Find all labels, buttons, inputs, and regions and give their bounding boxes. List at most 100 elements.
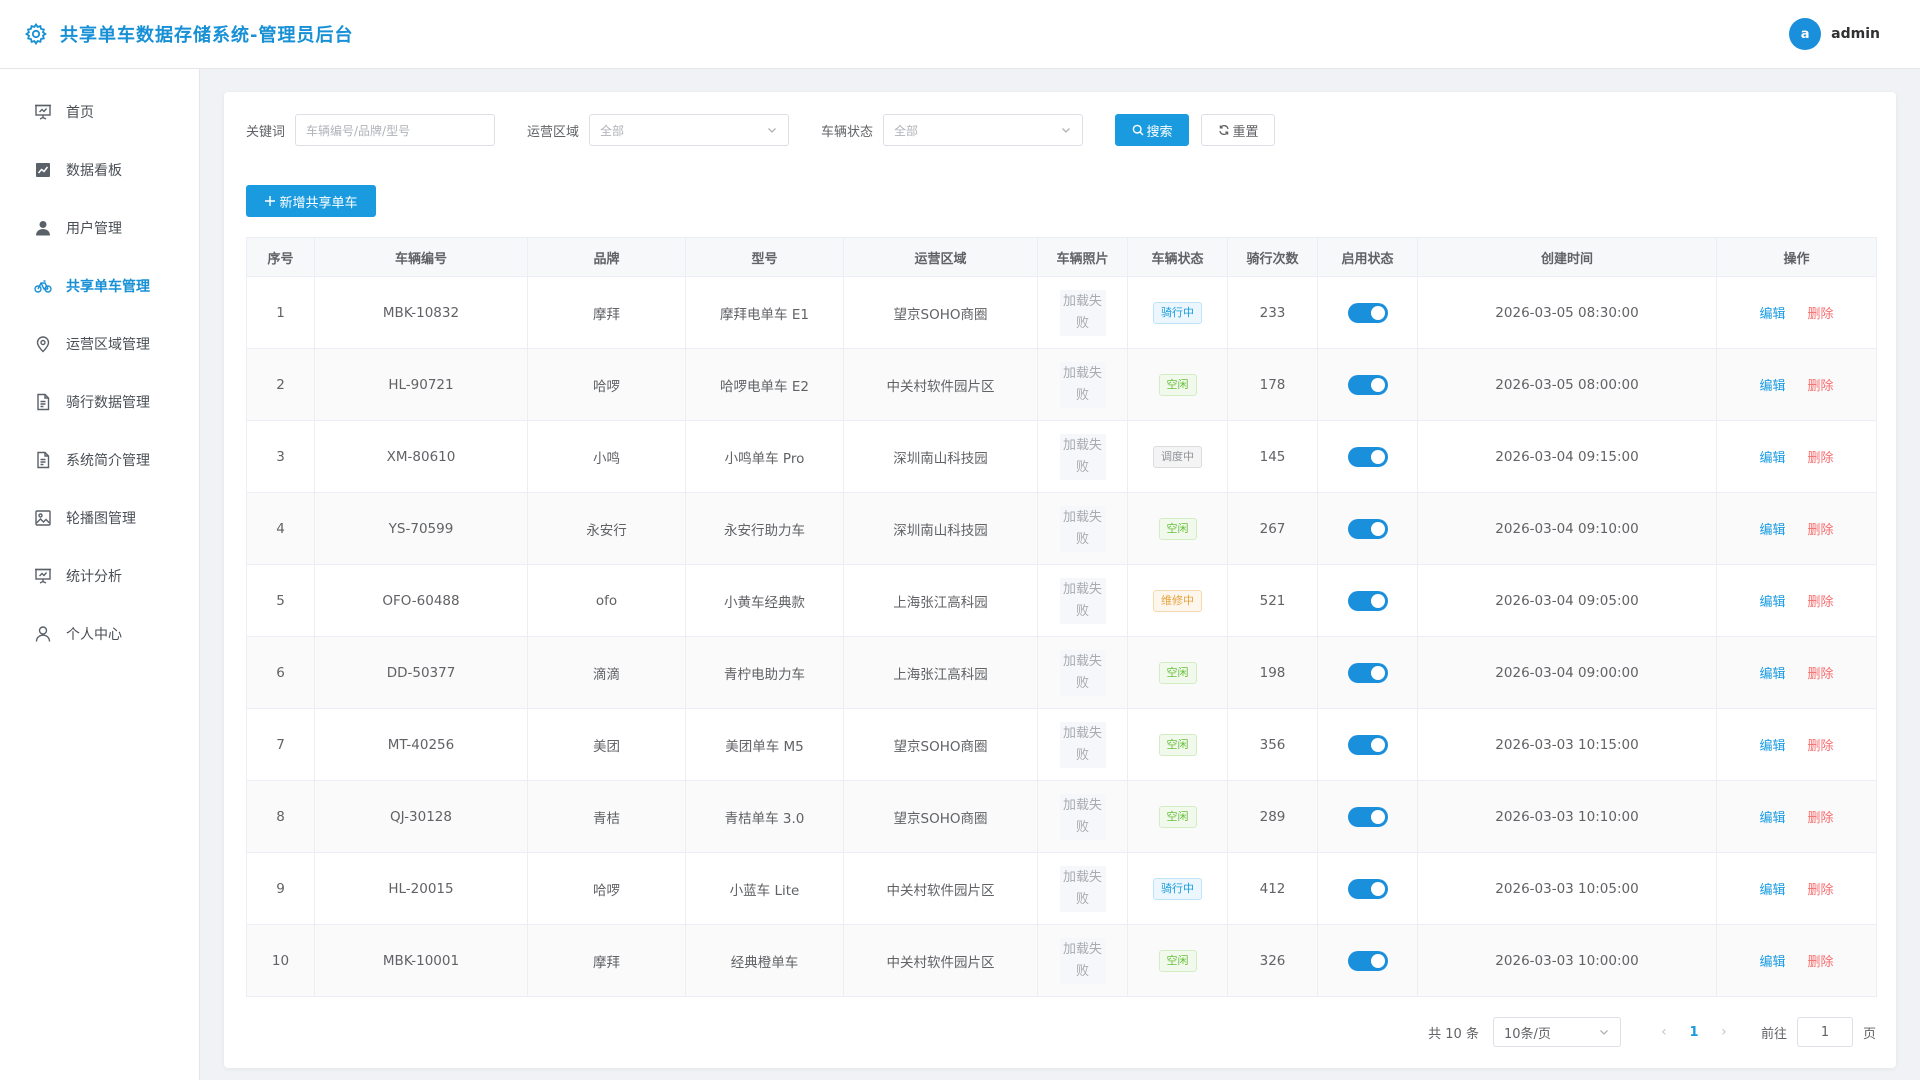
sidebar-item-home[interactable]: 首页	[0, 83, 199, 141]
user-menu[interactable]: a admin	[1789, 18, 1880, 50]
search-button[interactable]: 搜索	[1115, 114, 1190, 146]
enabled-toggle[interactable]	[1347, 950, 1388, 971]
edit-link[interactable]: 编辑	[1759, 595, 1785, 610]
cell-created: 2026-03-05 08:00:00	[1417, 348, 1717, 421]
cell-index: 5	[246, 564, 315, 637]
edit-link[interactable]: 编辑	[1759, 811, 1785, 826]
table-row: 1 MBK-10832 摩拜 摩拜电单车 E1 望京SOHO商圈 加载失败 骑行中 233 20…	[246, 276, 1877, 349]
sidebar-item-users[interactable]: 用户管理	[0, 199, 199, 257]
delete-link[interactable]: 删除	[1808, 667, 1834, 682]
table-row: 8 QJ-30128 青桔 青桔单车 3.0 望京SOHO商圈 加载失败 空闲 289 2026…	[246, 780, 1877, 853]
sidebar-item-label: 数据看板	[66, 163, 122, 179]
enabled-toggle[interactable]	[1347, 662, 1388, 683]
picture-icon	[34, 509, 52, 527]
cell-brand: 永安行	[527, 492, 686, 565]
cell-index: 6	[246, 636, 315, 709]
edit-link[interactable]: 编辑	[1759, 739, 1785, 754]
page-number-current[interactable]: 1	[1679, 1025, 1709, 1040]
page-size-select[interactable]: 10条/页	[1492, 1017, 1621, 1047]
username[interactable]: admin	[1831, 26, 1880, 42]
enabled-toggle[interactable]	[1347, 302, 1388, 323]
add-bike-button[interactable]: 新增共享单车	[246, 185, 376, 217]
brand: 共享单车数据存储系统-管理员后台	[24, 21, 353, 47]
person-icon	[34, 625, 52, 643]
edit-link[interactable]: 编辑	[1759, 667, 1785, 682]
sidebar-item-carousel[interactable]: 轮播图管理	[0, 489, 199, 547]
enabled-toggle[interactable]	[1347, 734, 1388, 755]
cell-model: 青桔单车 3.0	[685, 780, 844, 853]
cell-enabled	[1317, 708, 1418, 781]
delete-link[interactable]: 删除	[1808, 595, 1834, 610]
cell-actions: 编辑 删除	[1716, 924, 1877, 997]
next-page-button[interactable]: ›	[1709, 1024, 1739, 1040]
avatar[interactable]: a	[1789, 18, 1822, 50]
goto-page-input[interactable]: 1	[1796, 1017, 1853, 1047]
cell-created: 2026-03-03 10:00:00	[1417, 924, 1717, 997]
edit-link[interactable]: 编辑	[1759, 955, 1785, 970]
delete-link[interactable]: 删除	[1808, 307, 1834, 322]
cell-index: 3	[246, 420, 315, 493]
delete-link[interactable]: 删除	[1808, 955, 1834, 970]
app-title: 共享单车数据存储系统-管理员后台	[60, 25, 354, 46]
delete-link[interactable]: 删除	[1808, 523, 1834, 538]
enabled-toggle[interactable]	[1347, 806, 1388, 827]
sidebar-item-intro[interactable]: 系统简介管理	[0, 431, 199, 489]
cell-rides: 145	[1227, 420, 1318, 493]
sidebar-item-label: 用户管理	[66, 221, 122, 237]
prev-page-button[interactable]: ‹	[1649, 1024, 1679, 1040]
main-panel: 关键词 车辆编号/品牌/型号 运营区域 全部 车辆状态 全部 搜索 重置 新增共…	[224, 92, 1896, 1068]
area-label: 运营区域	[527, 124, 580, 140]
cell-status: 维修中	[1127, 564, 1228, 637]
cell-bike-code: HL-20015	[314, 852, 528, 925]
cell-area: 中关村软件园片区	[843, 924, 1038, 997]
cell-brand: 摩拜	[527, 924, 686, 997]
cell-status: 空闲	[1127, 924, 1228, 997]
cell-brand: 小鸣	[527, 420, 686, 493]
delete-link[interactable]: 删除	[1808, 379, 1834, 394]
reset-button[interactable]: 重置	[1201, 114, 1276, 146]
presentation-icon	[34, 103, 52, 121]
enabled-toggle[interactable]	[1347, 590, 1388, 611]
cell-index: 9	[246, 852, 315, 925]
cell-model: 经典橙单车	[685, 924, 844, 997]
enabled-toggle[interactable]	[1347, 518, 1388, 539]
delete-link[interactable]: 删除	[1808, 883, 1834, 898]
edit-link[interactable]: 编辑	[1759, 451, 1785, 466]
cell-status: 骑行中	[1127, 276, 1228, 349]
presentation-icon	[34, 567, 52, 585]
cell-created: 2026-03-05 08:30:00	[1417, 276, 1717, 349]
cell-photo: 加载失败	[1037, 708, 1128, 781]
sidebar-item-dashboard[interactable]: 数据看板	[0, 141, 199, 199]
enabled-toggle[interactable]	[1347, 878, 1388, 899]
status-select[interactable]: 全部	[883, 114, 1084, 146]
cell-brand: 青桔	[527, 780, 686, 853]
edit-link[interactable]: 编辑	[1759, 523, 1785, 538]
enabled-toggle[interactable]	[1347, 374, 1388, 395]
table-row: 10 MBK-10001 摩拜 经典橙单车 中关村软件园片区 加载失败 空闲 326 2026-…	[246, 924, 1877, 997]
cell-brand: 美团	[527, 708, 686, 781]
edit-link[interactable]: 编辑	[1759, 883, 1785, 898]
edit-link[interactable]: 编辑	[1759, 307, 1785, 322]
table-row: 4 YS-70599 永安行 永安行助力车 深圳南山科技园 加载失败 空闲 267 2026-0…	[246, 492, 1877, 565]
sidebar-item-profile[interactable]: 个人中心	[0, 605, 199, 663]
photo-load-failed: 加载失败	[1059, 865, 1106, 912]
area-select[interactable]: 全部	[589, 114, 790, 146]
sidebar-item-rides[interactable]: 骑行数据管理	[0, 373, 199, 431]
cell-actions: 编辑 删除	[1716, 420, 1877, 493]
delete-link[interactable]: 删除	[1808, 739, 1834, 754]
sidebar-item-stats[interactable]: 统计分析	[0, 547, 199, 605]
cell-actions: 编辑 删除	[1716, 780, 1877, 853]
sidebar-item-areas[interactable]: 运营区域管理	[0, 315, 199, 373]
delete-link[interactable]: 删除	[1808, 451, 1834, 466]
cell-bike-code: MBK-10832	[314, 276, 528, 349]
keyword-input[interactable]: 车辆编号/品牌/型号	[295, 114, 496, 146]
cell-bike-code: YS-70599	[314, 492, 528, 565]
sidebar-item-label: 统计分析	[66, 569, 122, 585]
photo-load-failed: 加载失败	[1059, 649, 1106, 696]
sidebar-item-bikes[interactable]: 共享单车管理	[0, 257, 199, 315]
delete-link[interactable]: 删除	[1808, 811, 1834, 826]
photo-load-failed: 加载失败	[1059, 505, 1106, 552]
enabled-toggle[interactable]	[1347, 446, 1388, 467]
edit-link[interactable]: 编辑	[1759, 379, 1785, 394]
cell-created: 2026-03-04 09:10:00	[1417, 492, 1717, 565]
